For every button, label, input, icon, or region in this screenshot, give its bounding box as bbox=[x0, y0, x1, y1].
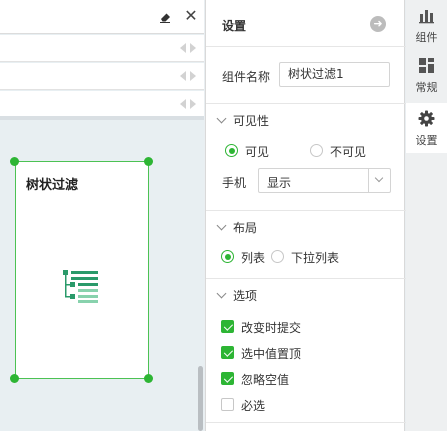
gear-icon bbox=[418, 110, 435, 127]
select-value: 显示 bbox=[267, 176, 292, 190]
tree-filter-widget[interactable]: 树状过滤 bbox=[15, 161, 149, 379]
tab-label: 常规 bbox=[415, 81, 438, 94]
options-section-header[interactable]: 选项 bbox=[206, 279, 406, 309]
panel-header: 设置 ➜ bbox=[206, 0, 406, 47]
checkbox-ignore-empty[interactable] bbox=[221, 372, 234, 385]
chevron-down-icon bbox=[216, 288, 227, 299]
design-canvas[interactable]: ✕ 树状过滤 bbox=[0, 0, 204, 431]
widget-title: 树状过滤 bbox=[26, 178, 79, 193]
radio-visible-indicator[interactable] bbox=[225, 144, 238, 157]
options-section: 选项 bbox=[206, 278, 406, 422]
arrow-right-circle-icon[interactable]: ➜ bbox=[370, 16, 386, 32]
radio-list-indicator[interactable] bbox=[221, 250, 234, 263]
scroll-arrows-icon[interactable] bbox=[180, 71, 198, 81]
canvas-row bbox=[0, 63, 204, 90]
radio-dropdown-indicator[interactable] bbox=[271, 250, 284, 263]
tree-filter-icon bbox=[63, 270, 98, 303]
resize-handle-top-right[interactable] bbox=[144, 157, 153, 166]
settings-panel: 设置 ➜ 组件名称 树状过滤1 可见性 可见 不可见 手机 显示 布局 列表 下… bbox=[205, 0, 406, 431]
tab-label: 组件 bbox=[415, 31, 438, 44]
checkbox-label[interactable]: 忽略空值 bbox=[241, 371, 289, 388]
radio-list-label[interactable]: 列表 bbox=[241, 249, 265, 266]
resize-handle-bottom-left[interactable] bbox=[10, 374, 19, 383]
component-name-label: 组件名称 bbox=[222, 70, 271, 84]
scroll-arrows-icon[interactable] bbox=[180, 43, 198, 53]
component-name-input[interactable]: 树状过滤1 bbox=[279, 62, 390, 87]
scroll-arrows-icon[interactable] bbox=[180, 99, 198, 109]
canvas-toolbar: ✕ bbox=[0, 0, 204, 34]
resize-handle-bottom-right[interactable] bbox=[144, 374, 153, 383]
radio-invisible-label[interactable]: 不可见 bbox=[330, 143, 366, 160]
grid-icon bbox=[419, 58, 434, 73]
tab-general[interactable]: 常规 bbox=[406, 50, 447, 100]
chevron-down-icon bbox=[216, 220, 227, 231]
chevron-down-icon bbox=[216, 113, 227, 124]
checkbox-label[interactable]: 必选 bbox=[241, 397, 265, 414]
layout-section-header[interactable]: 布局 bbox=[206, 211, 406, 241]
chevron-down-icon[interactable] bbox=[368, 169, 390, 192]
panel-title: 设置 bbox=[222, 19, 247, 33]
tab-components[interactable]: 组件 bbox=[406, 0, 447, 50]
radio-invisible-indicator[interactable] bbox=[310, 144, 323, 157]
close-icon[interactable]: ✕ bbox=[183, 8, 199, 24]
section-title: 可见性 bbox=[233, 114, 270, 128]
section-title: 选项 bbox=[233, 289, 258, 303]
checkbox-required[interactable] bbox=[221, 398, 234, 411]
mobile-display-select[interactable]: 显示 bbox=[258, 168, 391, 193]
checkbox-submit-on-change[interactable] bbox=[221, 320, 234, 333]
layout-section: 布局 bbox=[206, 210, 406, 278]
checkbox-selected-on-top[interactable] bbox=[221, 346, 234, 359]
checkbox-label[interactable]: 选中值置顶 bbox=[241, 345, 301, 362]
bar-chart-icon bbox=[419, 10, 434, 24]
radio-visible-label[interactable]: 可见 bbox=[245, 143, 269, 160]
visibility-section: 可见性 bbox=[206, 103, 406, 211]
canvas-row bbox=[0, 35, 204, 62]
tab-label: 设置 bbox=[415, 134, 438, 147]
eraser-icon[interactable] bbox=[158, 10, 172, 24]
mobile-label: 手机 bbox=[222, 176, 247, 190]
canvas-row bbox=[0, 91, 204, 118]
visibility-section-header[interactable]: 可见性 bbox=[206, 104, 406, 134]
side-tab-rail: 组件 常规 设置 bbox=[406, 0, 447, 431]
vertical-scrollbar[interactable] bbox=[198, 366, 203, 431]
section-title: 布局 bbox=[233, 221, 258, 235]
divider bbox=[206, 422, 406, 423]
divider bbox=[0, 116, 204, 120]
tab-settings[interactable]: 设置 bbox=[406, 103, 447, 153]
radio-dropdown-label[interactable]: 下拉列表 bbox=[291, 249, 339, 266]
checkbox-label[interactable]: 改变时提交 bbox=[241, 319, 301, 336]
resize-handle-top-left[interactable] bbox=[10, 157, 19, 166]
